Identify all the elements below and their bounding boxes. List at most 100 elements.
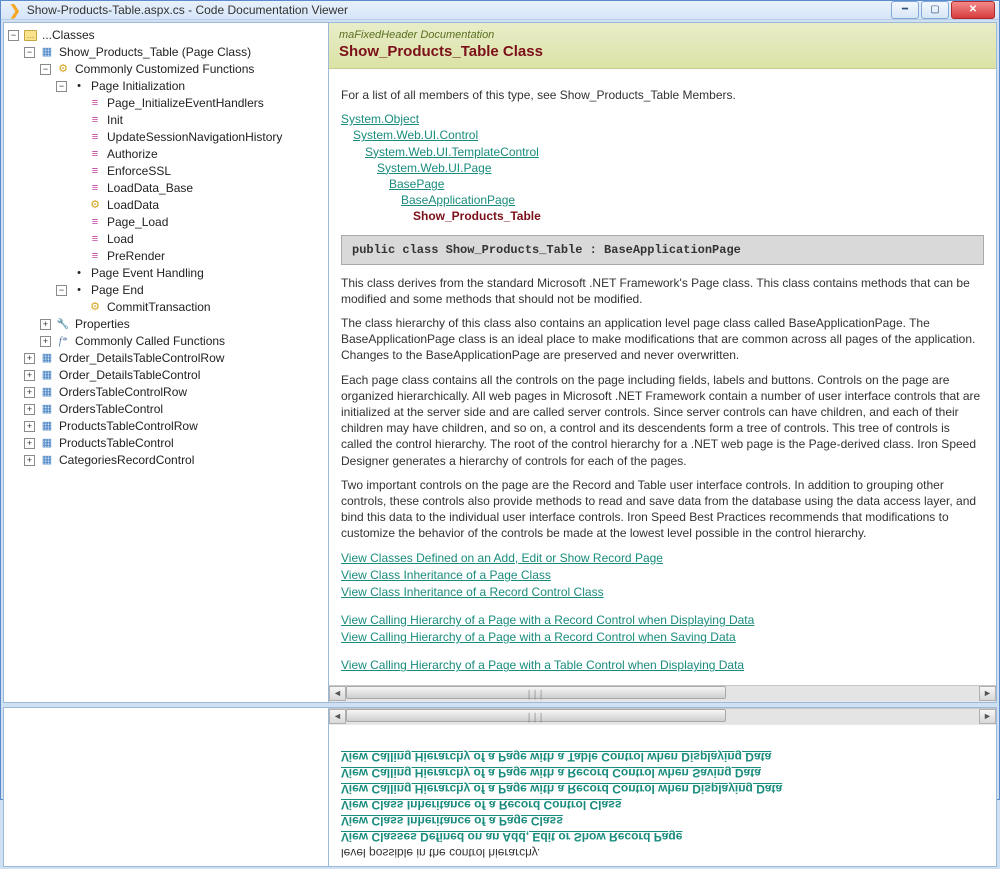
h-scrollbar[interactable]: ◄ │││ ► xyxy=(329,685,996,702)
reflection-link: View Calling Hierarchy of a Page with a … xyxy=(341,766,984,780)
expand-toggle[interactable]: + xyxy=(40,336,51,347)
class-icon xyxy=(40,403,54,417)
expand-toggle[interactable]: − xyxy=(56,81,67,92)
scroll-track[interactable]: │││ xyxy=(346,709,979,724)
tree-label: ProductsTableControl xyxy=(59,435,174,452)
tree-item[interactable]: UpdateSessionNavigationHistory xyxy=(72,129,326,146)
doc-link[interactable]: View Class Inheritance of a Page Class xyxy=(341,567,984,583)
tree-label: Page Event Handling xyxy=(91,265,204,282)
chain-link[interactable]: System.Web.UI.Control xyxy=(353,128,478,142)
title-bar[interactable]: ❯ Show-Products-Table.aspx.cs - Code Doc… xyxy=(1,1,999,20)
tree-item[interactable]: • Page Event Handling xyxy=(56,265,326,282)
doc-header: maFixedHeader Documentation Show_Product… xyxy=(329,23,996,69)
expand-toggle[interactable]: + xyxy=(24,455,35,466)
tree-pane[interactable]: − ...Classes − Show_Products_Table (Page… xyxy=(4,23,329,702)
tree-item[interactable]: CommitTransaction xyxy=(72,299,326,316)
expand-toggle[interactable]: + xyxy=(24,387,35,398)
tree-item[interactable]: PreRender xyxy=(72,248,326,265)
doc-paragraph: Two important controls on the page are t… xyxy=(341,477,984,542)
tree-item[interactable]: EnforceSSL xyxy=(72,163,326,180)
tree-label: LoadData xyxy=(107,197,159,214)
upper-split: − ...Classes − Show_Products_Table (Page… xyxy=(3,22,997,703)
tree-item[interactable]: +CategoriesRecordControl xyxy=(24,452,326,469)
doc-body: For a list of all members of this type, … xyxy=(329,69,996,685)
chain-link[interactable]: System.Web.UI.TemplateControl xyxy=(365,145,539,159)
wrench-icon xyxy=(56,318,70,332)
tree-item[interactable]: + f* Commonly Called Functions xyxy=(40,333,326,350)
doc-intro: For a list of all members of this type, … xyxy=(341,87,984,103)
tree-item[interactable]: +Order_DetailsTableControl xyxy=(24,367,326,384)
link-group: View Calling Hierarchy of a Page with a … xyxy=(341,612,984,645)
tree-label: PreRender xyxy=(107,248,165,265)
tree-item[interactable]: Authorize xyxy=(72,146,326,163)
scroll-thumb[interactable]: │││ xyxy=(346,686,726,699)
lower-left xyxy=(4,708,329,866)
tree-item[interactable]: − • Page End xyxy=(56,282,326,299)
tree-label: Authorize xyxy=(107,146,158,163)
tree-label: Commonly Customized Functions xyxy=(75,61,254,78)
tree-item[interactable]: − • Page Initialization xyxy=(56,78,326,95)
tree-item[interactable]: Page_Load xyxy=(72,214,326,231)
gear-icon xyxy=(88,301,102,315)
scroll-right-arrow[interactable]: ► xyxy=(979,686,996,701)
h-scrollbar-lower[interactable]: ◄ │││ ► xyxy=(329,708,996,725)
doc-link[interactable]: View Calling Hierarchy of a Page with a … xyxy=(341,629,984,645)
tree-item[interactable]: LoadData xyxy=(72,197,326,214)
tree-item[interactable]: +OrdersTableControl xyxy=(24,401,326,418)
tree-item[interactable]: +ProductsTableControlRow xyxy=(24,418,326,435)
expand-toggle[interactable]: + xyxy=(24,404,35,415)
expand-toggle[interactable]: + xyxy=(40,319,51,330)
chain-link[interactable]: System.Web.UI.Page xyxy=(377,161,492,175)
expand-toggle[interactable]: + xyxy=(24,353,35,364)
gear-icon xyxy=(56,63,70,77)
tree-item[interactable]: Load xyxy=(72,231,326,248)
tree-label: Load xyxy=(107,231,134,248)
tree-item[interactable]: − Commonly Customized Functions xyxy=(40,61,326,78)
chain-link[interactable]: BasePage xyxy=(389,177,444,191)
tree-item[interactable]: + Properties xyxy=(40,316,326,333)
doc-paragraph: Each page class contains all the control… xyxy=(341,372,984,469)
tree-label: Init xyxy=(107,112,123,129)
class-icon xyxy=(40,437,54,451)
link-group: View Classes Defined on an Add, Edit or … xyxy=(341,550,984,601)
tree-root[interactable]: − ...Classes xyxy=(8,27,326,44)
members-link[interactable]: Show_Products_Table Members xyxy=(560,88,733,102)
expand-toggle[interactable]: − xyxy=(56,285,67,296)
tree-label: Order_DetailsTableControlRow xyxy=(59,350,224,367)
expand-toggle[interactable]: + xyxy=(24,421,35,432)
tree-item[interactable]: Page_InitializeEventHandlers xyxy=(72,95,326,112)
tree-item[interactable]: + Order_DetailsTableControlRow xyxy=(24,350,326,367)
doc-scroll[interactable]: maFixedHeader Documentation Show_Product… xyxy=(329,23,996,685)
scroll-right-arrow[interactable]: ► xyxy=(979,709,996,724)
class-icon xyxy=(40,420,54,434)
doc-link[interactable]: View Calling Hierarchy of a Page with a … xyxy=(341,612,984,628)
scroll-left-arrow[interactable]: ◄ xyxy=(329,686,346,701)
expand-toggle[interactable]: + xyxy=(24,438,35,449)
chain-link[interactable]: BaseApplicationPage xyxy=(401,193,515,207)
expand-toggle[interactable]: − xyxy=(24,47,35,58)
class-icon xyxy=(40,454,54,468)
chain-link[interactable]: System.Object xyxy=(341,112,419,126)
tree-item[interactable]: + ProductsTableControl xyxy=(24,435,326,452)
tree-item[interactable]: − Show_Products_Table (Page Class) xyxy=(24,44,326,61)
tree-item[interactable]: +OrdersTableControlRow xyxy=(24,384,326,401)
doc-link[interactable]: View Calling Hierarchy of a Page with a … xyxy=(341,657,984,673)
scroll-track[interactable]: │││ xyxy=(346,686,979,701)
expand-toggle[interactable]: − xyxy=(40,64,51,75)
class-icon xyxy=(40,46,54,60)
method-icon xyxy=(88,165,102,179)
doc-link[interactable]: View Classes Defined on an Add, Edit or … xyxy=(341,550,984,566)
scroll-thumb[interactable]: │││ xyxy=(346,709,726,722)
tree-item[interactable]: LoadData_Base xyxy=(72,180,326,197)
close-button[interactable] xyxy=(951,1,995,19)
doc-link[interactable]: View Class Inheritance of a Record Contr… xyxy=(341,584,984,600)
tree-label: Page_Load xyxy=(107,214,168,231)
expand-toggle[interactable]: − xyxy=(8,30,19,41)
dot-icon: • xyxy=(72,284,86,298)
maximize-button[interactable] xyxy=(921,1,949,19)
scroll-left-arrow[interactable]: ◄ xyxy=(329,709,346,724)
method-icon xyxy=(88,148,102,162)
tree-item[interactable]: Init xyxy=(72,112,326,129)
minimize-button[interactable] xyxy=(891,1,919,19)
expand-toggle[interactable]: + xyxy=(24,370,35,381)
